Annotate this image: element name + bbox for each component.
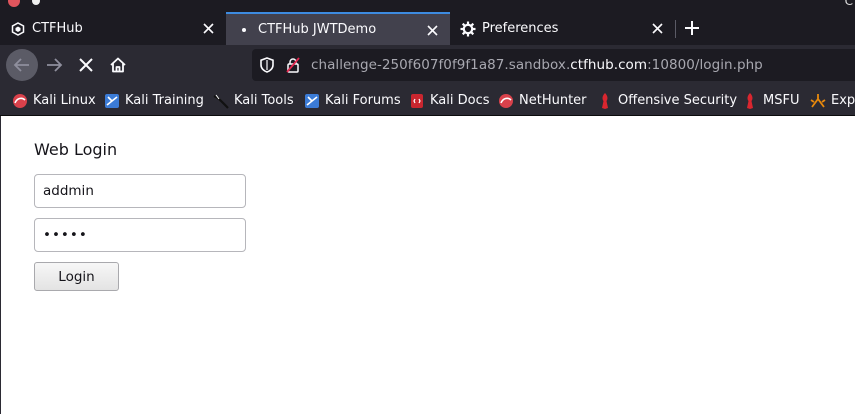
close-tab-icon[interactable] bbox=[649, 20, 665, 36]
close-tab-icon[interactable] bbox=[424, 22, 440, 38]
back-button[interactable] bbox=[6, 49, 38, 81]
bookmark-label: Kali Linux bbox=[33, 93, 96, 108]
url-suffix: :10800/login.php bbox=[647, 57, 763, 73]
shield-icon[interactable] bbox=[258, 56, 276, 74]
nethunter-icon bbox=[498, 93, 514, 109]
tab-separator bbox=[675, 20, 676, 38]
ctfhub-logo-icon bbox=[10, 21, 26, 37]
tab-preferences[interactable]: Preferences bbox=[450, 12, 675, 45]
password-field[interactable]: ••••• bbox=[34, 218, 246, 252]
bookmark-kali-docs[interactable]: Kali Docs bbox=[409, 85, 490, 116]
msfu-icon bbox=[742, 92, 758, 109]
window-left-edge bbox=[0, 116, 1, 414]
bookmark-label: Kali Forums bbox=[325, 93, 401, 108]
tab-strip: CTFHub CTFHub JWTDemo Preferences bbox=[0, 12, 855, 45]
bookmark-exploit-db[interactable]: Expl bbox=[810, 85, 855, 116]
bookmark-label: Kali Docs bbox=[430, 93, 490, 108]
home-icon bbox=[110, 57, 126, 73]
home-button[interactable] bbox=[102, 49, 134, 81]
bookmark-label: NetHunter bbox=[519, 93, 587, 108]
tab-label: Preferences bbox=[482, 21, 559, 36]
tab-ctfhub[interactable]: CTFHub bbox=[0, 12, 226, 45]
gear-icon bbox=[460, 21, 476, 37]
stop-loading-button[interactable] bbox=[70, 49, 102, 81]
plus-icon bbox=[685, 21, 699, 35]
insecure-connection-icon[interactable] bbox=[284, 56, 302, 74]
bookmark-kali-forums[interactable]: Kali Forums bbox=[304, 85, 401, 116]
url-prefix: challenge-250f607f0f9f1a87.sandbox. bbox=[311, 57, 571, 73]
offensive-security-icon bbox=[597, 92, 613, 109]
page-title: Web Login bbox=[34, 140, 118, 159]
bookmark-msfu[interactable]: MSFU bbox=[742, 85, 799, 116]
bookmark-label: Offensive Security bbox=[618, 93, 738, 108]
bookmark-label: Expl bbox=[831, 93, 855, 108]
kali-linux-icon bbox=[12, 93, 28, 109]
exploit-db-icon bbox=[810, 93, 826, 109]
bookmark-nethunter[interactable]: NetHunter bbox=[498, 85, 587, 116]
loading-dot-icon bbox=[236, 22, 252, 38]
tab-label: CTFHub JWTDemo bbox=[258, 22, 377, 37]
url-bar[interactable]: challenge-250f607f0f9f1a87.sandbox.ctfhu… bbox=[252, 49, 855, 81]
arrow-left-icon bbox=[13, 58, 29, 72]
arrow-right-icon bbox=[47, 58, 63, 72]
tab-jwtdemo[interactable]: CTFHub JWTDemo bbox=[226, 12, 450, 45]
bookmark-label: Kali Tools bbox=[234, 93, 294, 108]
bookmark-kali-training[interactable]: Kali Training bbox=[104, 85, 204, 116]
bookmark-kali-linux[interactable]: Kali Linux bbox=[12, 85, 96, 116]
bookmark-label: MSFU bbox=[763, 93, 800, 108]
bookmark-label: Kali Training bbox=[125, 93, 204, 108]
close-tab-icon[interactable] bbox=[200, 20, 216, 36]
kali-forums-icon bbox=[304, 93, 320, 109]
url-domain: ctfhub.com bbox=[570, 57, 648, 73]
forward-button[interactable] bbox=[38, 49, 70, 81]
kali-tools-icon bbox=[213, 93, 229, 109]
tab-label: CTFHub bbox=[32, 21, 83, 36]
minimize-window-icon[interactable] bbox=[32, 0, 40, 5]
bookmark-offensive-security[interactable]: Offensive Security bbox=[597, 85, 737, 116]
close-window-icon[interactable] bbox=[8, 0, 20, 7]
new-tab-button[interactable] bbox=[680, 15, 704, 41]
bookmark-kali-tools[interactable]: Kali Tools bbox=[213, 85, 294, 116]
titlebar-edge-text: C bbox=[844, 0, 853, 8]
close-icon bbox=[79, 58, 93, 72]
kali-docs-icon bbox=[409, 93, 425, 109]
url-text: challenge-250f607f0f9f1a87.sandbox.ctfhu… bbox=[311, 57, 763, 73]
username-field[interactable]: addmin bbox=[34, 174, 246, 208]
bookmarks-toolbar: Kali Linux Kali Training Kali Tools Kali… bbox=[0, 85, 855, 116]
page-content: Web Login addmin ••••• Login bbox=[0, 116, 855, 414]
window-titlebar: C bbox=[0, 0, 855, 12]
kali-training-icon bbox=[104, 93, 120, 109]
navigation-toolbar: challenge-250f607f0f9f1a87.sandbox.ctfhu… bbox=[0, 45, 855, 85]
login-button[interactable]: Login bbox=[34, 262, 119, 291]
